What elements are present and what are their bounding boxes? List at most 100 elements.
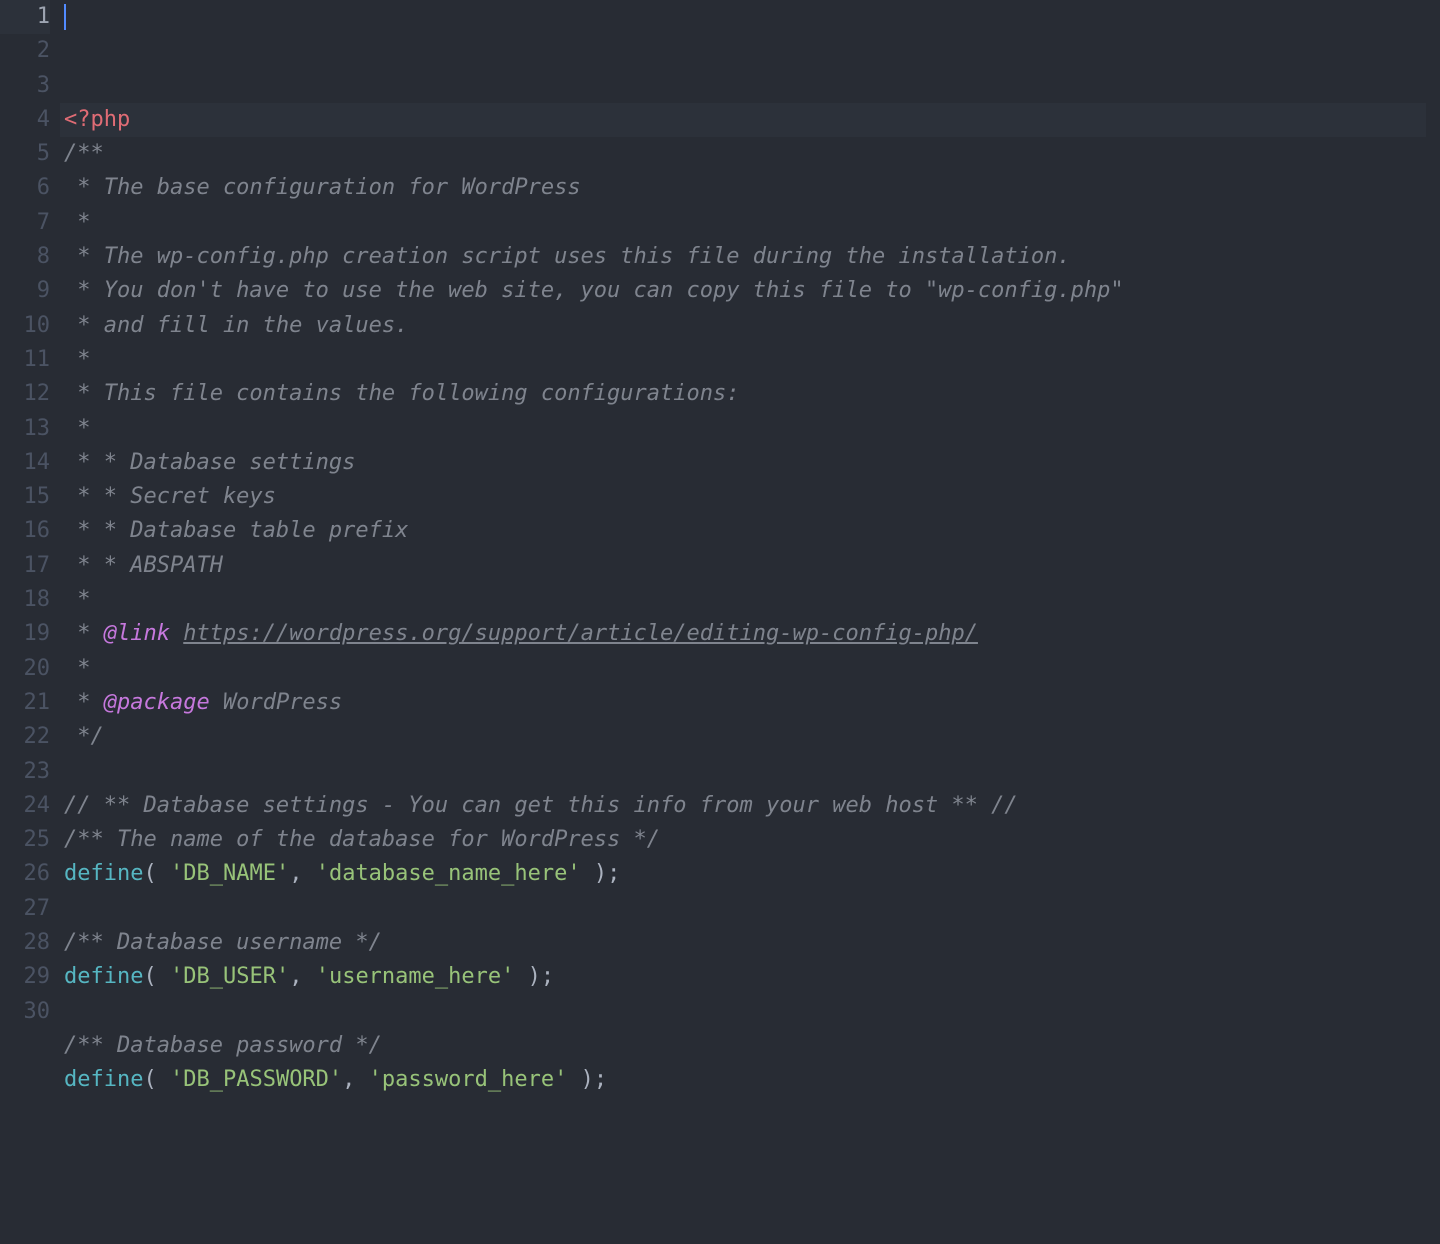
line-number[interactable]: 29 [0,960,50,994]
code-line[interactable]: define( 'DB_NAME', 'database_name_here' … [60,857,1440,891]
code-line[interactable]: * @package WordPress [60,686,1440,720]
token-comment: * * Database settings [64,446,355,480]
line-number[interactable]: 3 [0,69,50,103]
line-number[interactable]: 26 [0,857,50,891]
line-number[interactable]: 27 [0,892,50,926]
line-number[interactable]: 17 [0,549,50,583]
line-number[interactable]: 4 [0,103,50,137]
token-comment: /** Database password */ [64,1029,382,1063]
line-number[interactable]: 28 [0,926,50,960]
token-comment: /** Database username */ [64,926,382,960]
code-line[interactable]: * [60,652,1440,686]
code-line[interactable]: <?php [60,103,1440,137]
token-str: 'DB_NAME' [170,857,289,891]
line-number[interactable]: 5 [0,137,50,171]
token-comment: WordPress [210,686,342,720]
code-line[interactable]: * and fill in the values. [60,309,1440,343]
token-comment: * [64,412,91,446]
code-line[interactable]: define( 'DB_PASSWORD', 'password_here' )… [60,1063,1440,1097]
token-comment: * [64,583,91,617]
token-comment: * [64,686,104,720]
token-comment: * This file contains the following confi… [64,377,740,411]
token-tag-name: php [91,103,131,137]
code-line[interactable]: * The base configuration for WordPress [60,171,1440,205]
code-line[interactable]: * * Database table prefix [60,514,1440,548]
token-comment: * The wp-config.php creation script uses… [64,240,1071,274]
token-str: 'DB_PASSWORD' [170,1063,342,1097]
token-punct: ); [514,960,554,994]
line-number[interactable]: 14 [0,446,50,480]
token-punct: ( [143,960,170,994]
line-number[interactable]: 8 [0,240,50,274]
code-line[interactable] [60,755,1440,789]
token-tag-open: <? [64,103,91,137]
token-str: 'password_here' [369,1063,568,1097]
scrollbar-track[interactable] [1426,0,1440,1244]
line-number[interactable]: 20 [0,652,50,686]
token-doc-link: https://wordpress.org/support/article/ed… [183,617,978,651]
code-line[interactable]: /** [60,137,1440,171]
token-punct: , [289,857,316,891]
code-line[interactable]: /** Database password */ [60,1029,1440,1063]
line-number[interactable]: 16 [0,514,50,548]
token-comment: * * ABSPATH [64,549,223,583]
line-number[interactable]: 19 [0,617,50,651]
line-number[interactable]: 13 [0,412,50,446]
token-doc-tag: @link [104,617,170,651]
line-number[interactable]: 9 [0,274,50,308]
token-doc-tag: @package [104,686,210,720]
token-comment: * You don't have to use the web site, yo… [64,274,1124,308]
line-number[interactable]: 10 [0,309,50,343]
code-line[interactable]: * [60,206,1440,240]
token-comment: * * Secret keys [64,480,276,514]
code-line[interactable]: * You don't have to use the web site, yo… [60,274,1440,308]
line-number[interactable]: 30 [0,995,50,1029]
code-line[interactable]: * * Database settings [60,446,1440,480]
line-number[interactable]: 18 [0,583,50,617]
token-comment: */ [64,720,104,754]
line-number[interactable]: 25 [0,823,50,857]
code-line[interactable] [60,1098,1440,1132]
line-number[interactable]: 22 [0,720,50,754]
code-line[interactable]: * [60,412,1440,446]
token-comment: * and fill in the values. [64,309,408,343]
code-line[interactable] [60,892,1440,926]
line-number-gutter[interactable]: 1234567891011121314151617181920212223242… [0,0,60,1244]
token-comment [170,617,183,651]
line-number[interactable]: 7 [0,206,50,240]
token-str: 'username_here' [316,960,515,994]
line-number[interactable]: 2 [0,34,50,68]
code-line[interactable]: * The wp-config.php creation script uses… [60,240,1440,274]
token-comment: * The base configuration for WordPress [64,171,581,205]
code-line[interactable]: */ [60,720,1440,754]
code-line[interactable]: // ** Database settings - You can get th… [60,789,1440,823]
token-comment: * [64,206,91,240]
code-line[interactable]: * @link https://wordpress.org/support/ar… [60,617,1440,651]
line-number[interactable]: 1 [0,0,50,34]
line-number[interactable]: 6 [0,171,50,205]
code-line[interactable]: /** The name of the database for WordPre… [60,823,1440,857]
code-line[interactable]: define( 'DB_USER', 'username_here' ); [60,960,1440,994]
code-line[interactable]: * * Secret keys [60,480,1440,514]
token-str: 'DB_USER' [170,960,289,994]
line-number[interactable]: 15 [0,480,50,514]
token-comment: /** The name of the database for WordPre… [64,823,660,857]
token-comment: /** [64,137,104,171]
code-line[interactable]: * [60,343,1440,377]
token-punct: , [342,1063,369,1097]
code-line[interactable]: * [60,583,1440,617]
line-number[interactable]: 11 [0,343,50,377]
text-cursor [64,4,66,30]
line-number[interactable]: 21 [0,686,50,720]
code-line[interactable] [60,995,1440,1029]
token-comment: * [64,343,91,377]
code-line[interactable]: * * ABSPATH [60,549,1440,583]
code-area[interactable]: <?php/** * The base configuration for Wo… [60,0,1440,1244]
code-line[interactable]: /** Database username */ [60,926,1440,960]
line-number[interactable]: 23 [0,755,50,789]
line-number[interactable]: 24 [0,789,50,823]
line-number[interactable]: 12 [0,377,50,411]
code-editor[interactable]: 1234567891011121314151617181920212223242… [0,0,1440,1244]
token-comment: // ** Database settings - You can get th… [64,789,1018,823]
code-line[interactable]: * This file contains the following confi… [60,377,1440,411]
